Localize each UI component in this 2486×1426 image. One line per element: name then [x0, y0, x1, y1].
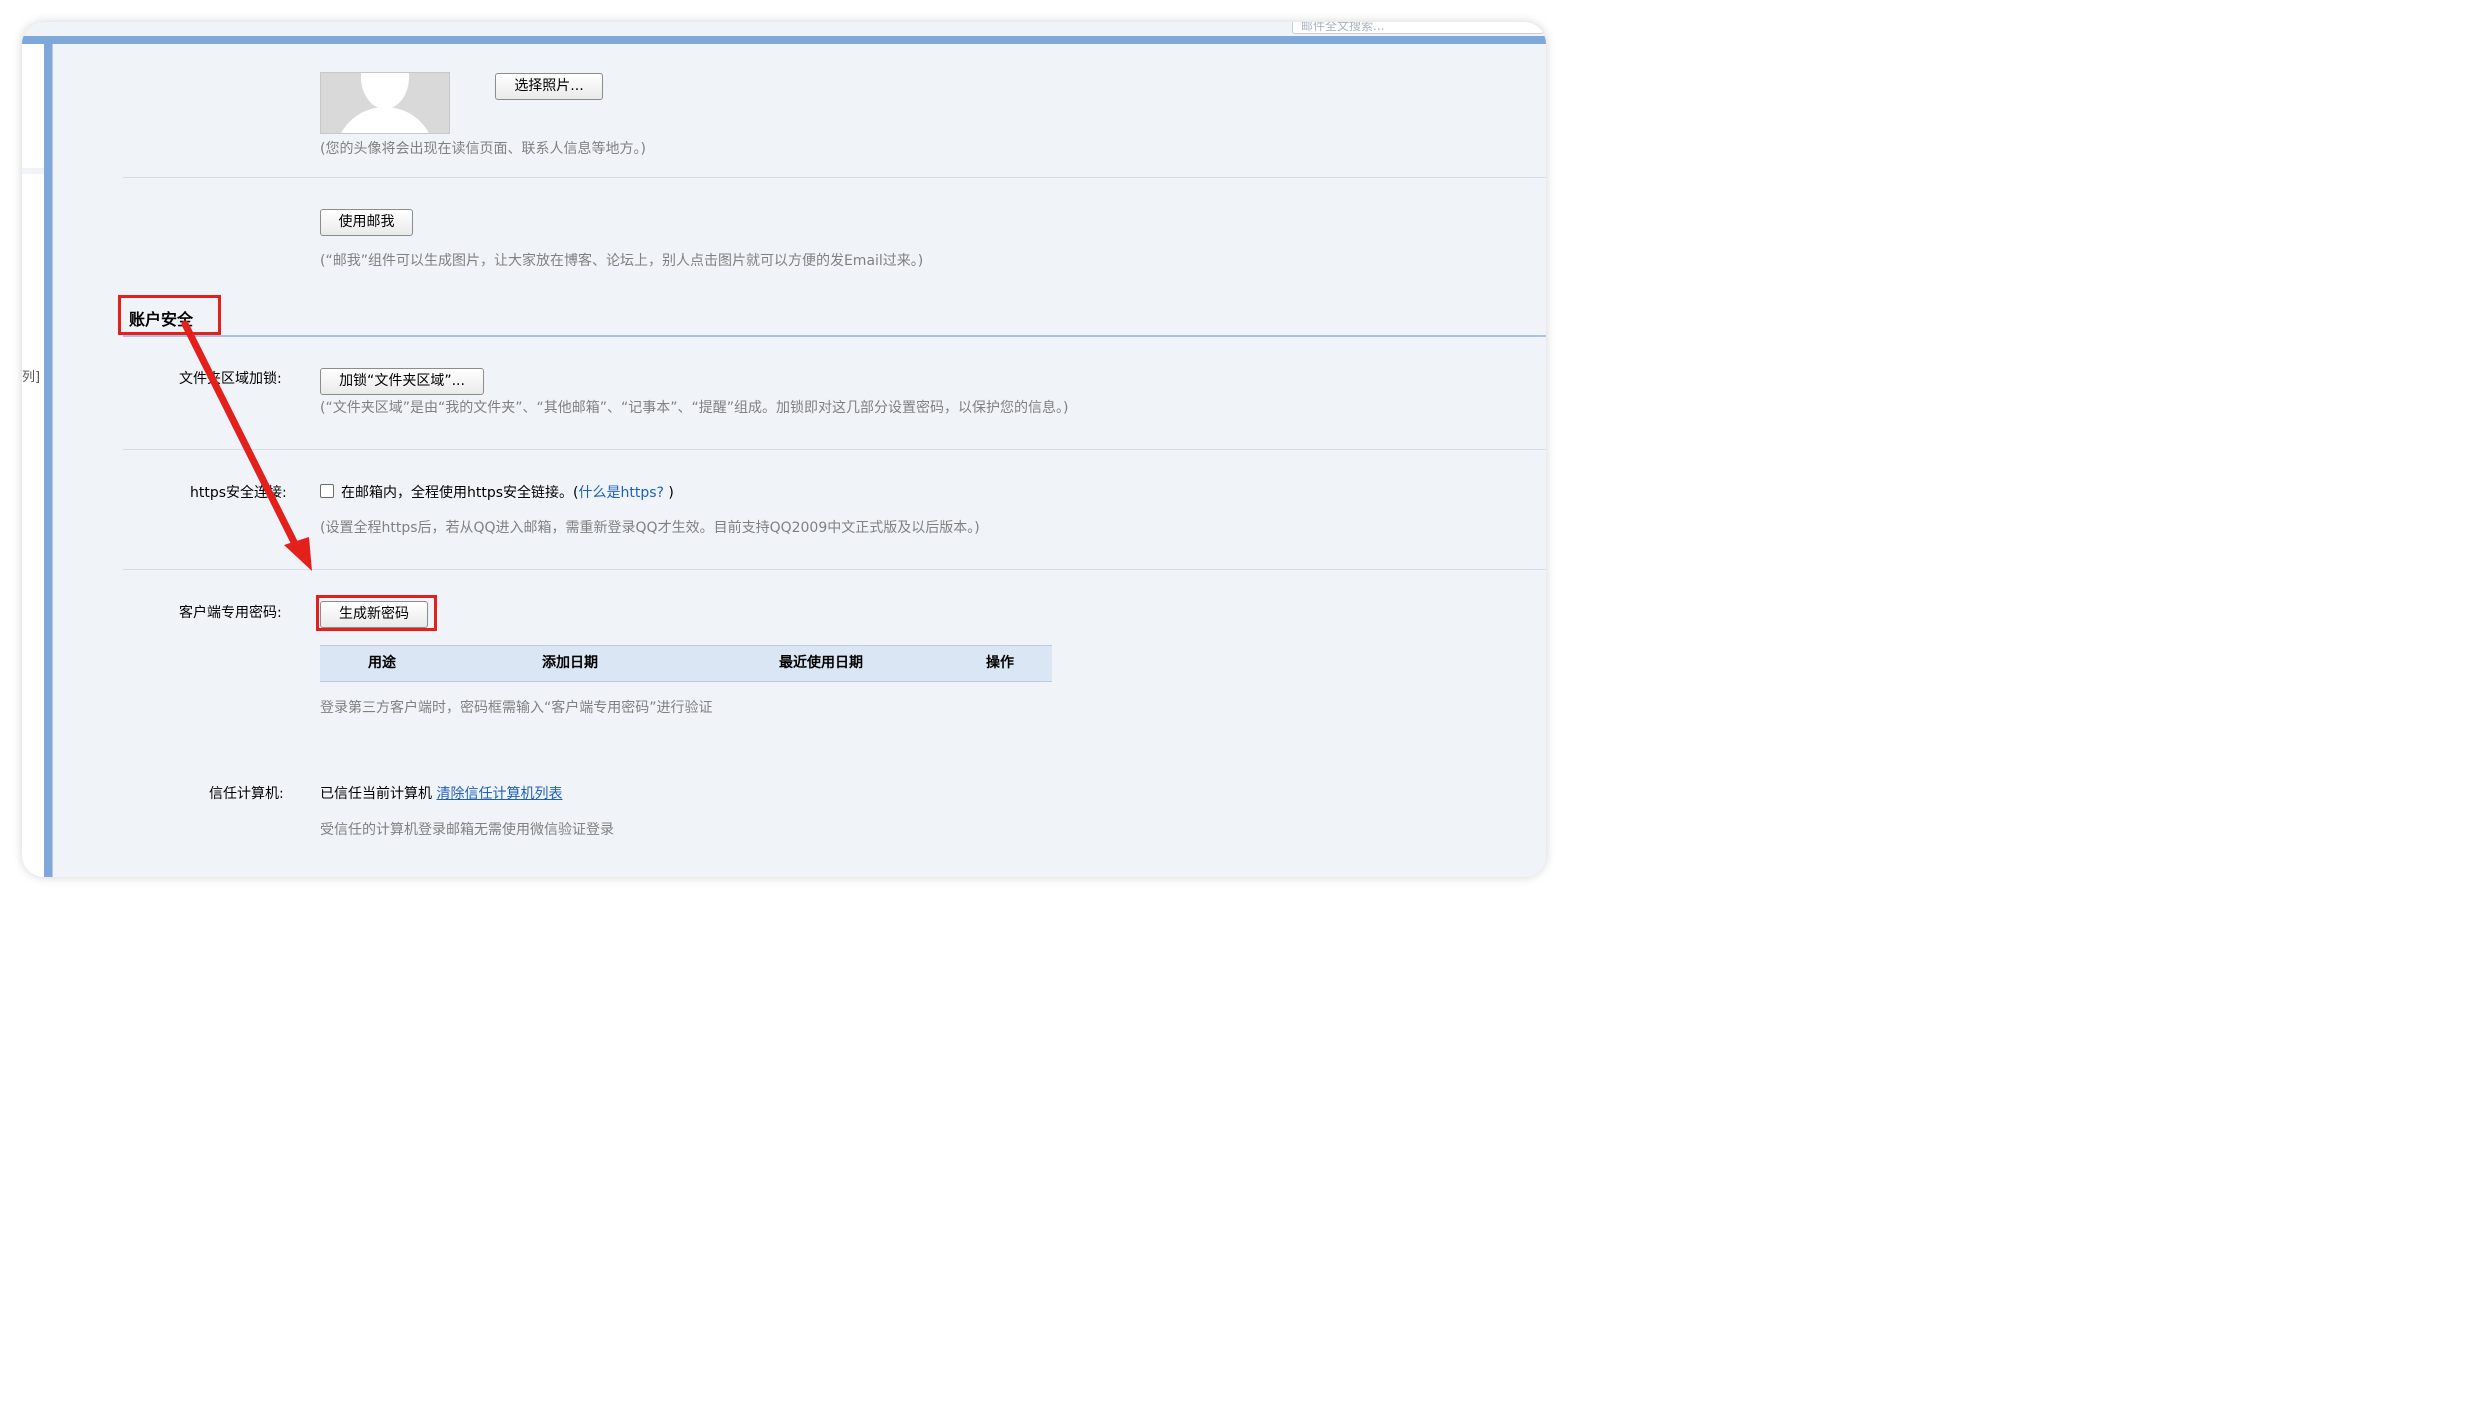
settings-content: 选择照片... (您的头像将会出现在读信页面、联系人信息等地方。) 使用邮我 (…	[52, 44, 1546, 877]
divider	[123, 449, 1546, 450]
column-header-last-used-date: 最近使用日期	[779, 655, 863, 671]
trusted-computer-status: 已信任当前计算机 清除信任计算机列表	[320, 783, 562, 803]
folder-lock-hint: (“文件夹区域”是由“我的文件夹”、“其他邮箱”、“记事本”、“提醒”组成。加锁…	[320, 400, 1069, 416]
avatar-hint: (您的头像将会出现在读信页面、联系人信息等地方。)	[320, 141, 646, 157]
https-label: https安全连接:	[190, 485, 287, 501]
left-panel	[22, 174, 45, 877]
top-accent-bar	[22, 36, 1546, 44]
https-option: 在邮箱内，全程使用https安全链接。(什么是https? )	[341, 482, 674, 502]
https-option-text: 在邮箱内，全程使用https安全链接。(	[341, 485, 579, 501]
use-mailme-button[interactable]: 使用邮我	[320, 209, 413, 236]
trusted-computer-label: 信任计算机:	[209, 786, 284, 802]
search-input[interactable]: 邮件全文搜索...	[1292, 22, 1544, 34]
divider	[123, 177, 1546, 178]
trusted-status-text: 已信任当前计算机	[320, 786, 432, 802]
divider	[123, 569, 1546, 570]
avatar-preview	[320, 72, 450, 134]
section-divider	[123, 335, 1546, 337]
annotation-box-generate-button	[316, 595, 437, 631]
mailme-hint: (“邮我”组件可以生成图片，让大家放在博客、论坛上，别人点击图片就可以方便的发E…	[320, 253, 924, 269]
clear-trusted-computers-link[interactable]: 清除信任计算机列表	[436, 786, 562, 802]
column-header-added-date: 添加日期	[542, 655, 598, 671]
column-header-purpose: 用途	[368, 655, 396, 671]
lock-folder-area-button[interactable]: 加锁“文件夹区域”...	[320, 368, 484, 395]
client-password-hint: 登录第三方客户端时，密码框需输入“客户端专用密码”进行验证	[320, 700, 713, 716]
folder-lock-label: 文件夹区域加锁:	[179, 371, 282, 387]
https-hint: (设置全程https后，若从QQ进入邮箱，需重新登录QQ才生效。目前支持QQ20…	[320, 520, 980, 536]
avatar-body-silhouette	[335, 107, 435, 133]
what-is-https-link[interactable]: 什么是https?	[579, 485, 664, 501]
client-password-table-header: 用途 添加日期 最近使用日期 操作	[320, 645, 1052, 682]
column-header-actions: 操作	[986, 655, 1014, 671]
https-checkbox[interactable]	[320, 484, 334, 498]
avatar-head-silhouette	[361, 73, 409, 109]
https-option-close: )	[663, 485, 674, 501]
app-window: 邮件全文搜索... 列] 选择照片... (您的头像将会出现在读信页面、联系人信…	[22, 22, 1546, 877]
left-panel-text-fragment: 列]	[22, 370, 41, 385]
client-password-label: 客户端专用密码:	[179, 605, 282, 621]
left-accent-bar	[44, 44, 52, 877]
annotation-box-section-title	[118, 295, 221, 335]
trusted-computer-hint: 受信任的计算机登录邮箱无需使用微信验证登录	[320, 822, 614, 838]
left-panel-top	[22, 44, 45, 168]
choose-photo-button[interactable]: 选择照片...	[495, 73, 603, 100]
